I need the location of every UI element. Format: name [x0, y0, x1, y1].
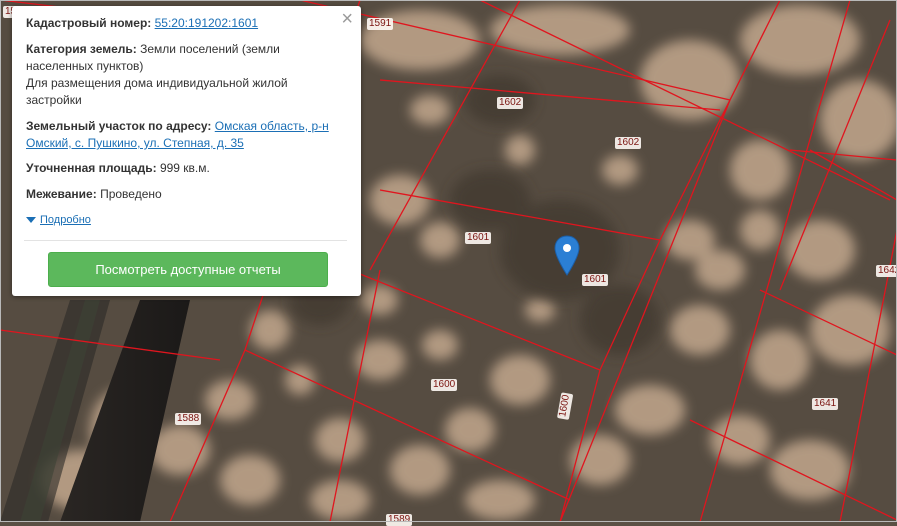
- parcel-label: 1600: [431, 379, 458, 391]
- address-link[interactable]: Омская область, р-н: [215, 119, 329, 133]
- details-link[interactable]: Подробно: [40, 214, 91, 226]
- parcel-label: 1589: [386, 514, 413, 526]
- parcel-label: 1642: [876, 265, 897, 277]
- permitted-use: Для размещения дома индивидуальной жилой: [26, 76, 288, 90]
- parcel-label: 1591: [367, 18, 394, 30]
- parcel-label: 1588: [175, 413, 202, 425]
- parcel-label: 1641: [812, 398, 839, 410]
- area-row: Уточненная площадь: 999 кв.м.: [26, 160, 344, 177]
- permitted-use-cont: застройки: [26, 93, 82, 107]
- parcel-label: 1602: [615, 137, 642, 149]
- details-toggle[interactable]: Подробно: [26, 212, 91, 229]
- address-row: Земельный участок по адресу: Омская обла…: [26, 118, 344, 152]
- land-category-label: Категория земель:: [26, 42, 137, 56]
- cadastral-number-row: Кадастровый номер: 55:20:191202:1601: [26, 15, 344, 32]
- parcel-label: 1601: [582, 274, 609, 286]
- survey-value: Проведено: [100, 187, 162, 201]
- address-label: Земельный участок по адресу:: [26, 119, 212, 133]
- land-category-row: Категория земель: Земли поселений (земли…: [26, 41, 344, 109]
- parcel-label: 1601: [465, 232, 492, 244]
- triangle-down-icon: [26, 217, 36, 224]
- land-category-value: Земли поселений (земли: [140, 42, 280, 56]
- survey-label: Межевание:: [26, 187, 97, 201]
- cadastral-number-label: Кадастровый номер:: [26, 16, 152, 30]
- parcel-label: 1602: [497, 97, 524, 109]
- land-category-value-cont: населенных пунктов): [26, 59, 144, 73]
- area-value: 999 кв.м.: [159, 161, 210, 175]
- area-label: Уточненная площадь:: [26, 161, 157, 175]
- parcel-info-popup: × Кадастровый номер: 55:20:191202:1601 К…: [12, 6, 361, 296]
- divider: [24, 240, 347, 241]
- view-reports-button[interactable]: Посмотреть доступные отчеты: [48, 252, 328, 287]
- survey-row: Межевание: Проведено: [26, 186, 344, 203]
- address-link-cont[interactable]: Омский, с. Пушкино, ул. Степная, д. 35: [26, 136, 244, 150]
- cadastral-number-link[interactable]: 55:20:191202:1601: [155, 16, 258, 30]
- map-pin-icon[interactable]: [553, 235, 581, 277]
